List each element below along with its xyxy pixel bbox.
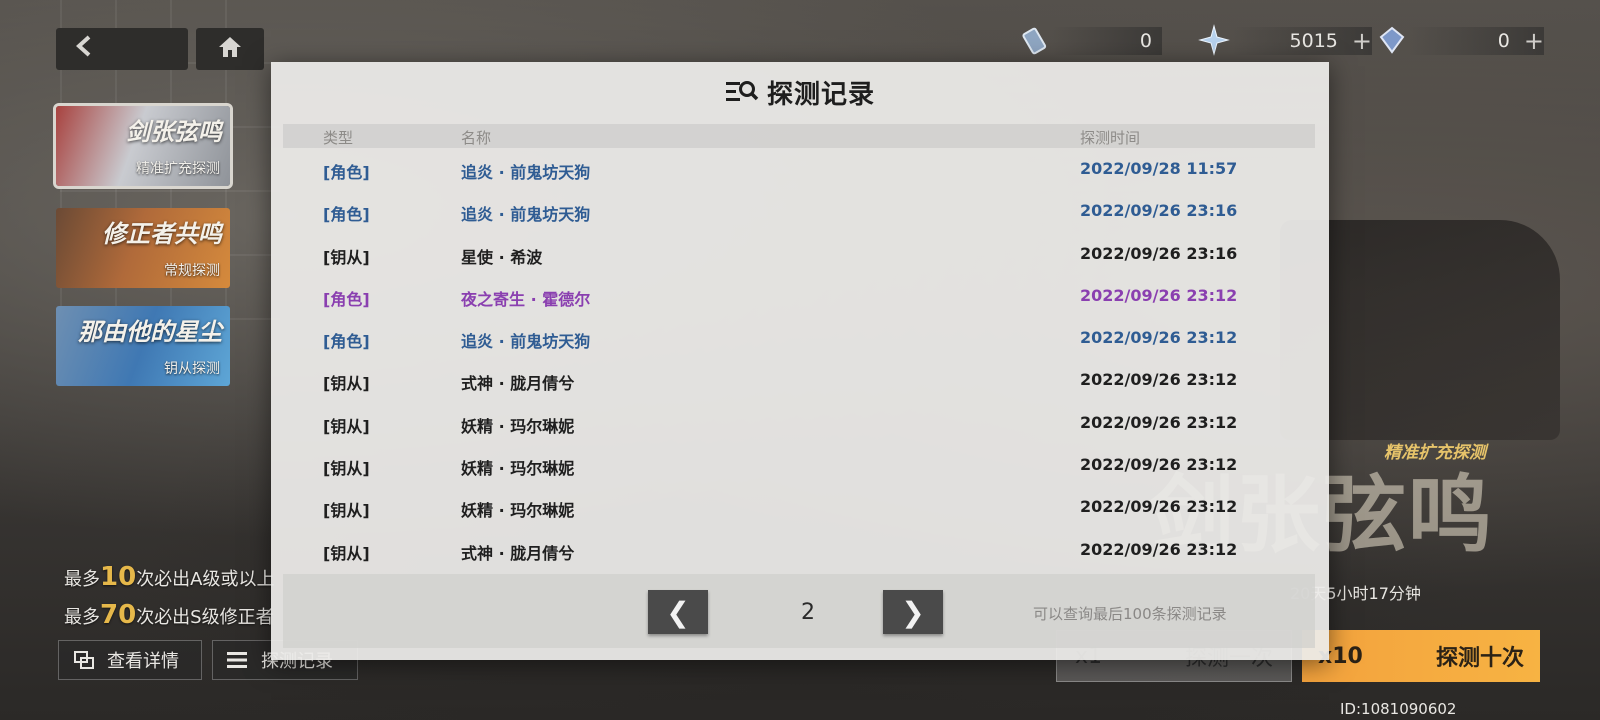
gem-count: 0 bbox=[1497, 30, 1510, 52]
info-count: 70 bbox=[100, 600, 137, 630]
record-name: 妖精 · 玛尔琳妮 bbox=[461, 459, 575, 479]
table-row: [钥从] 星使 · 希波 2022/09/26 23:16 bbox=[283, 233, 1315, 275]
banner-title: 修正者共鸣 bbox=[102, 219, 222, 248]
record-name: 追炎 · 前鬼坊天狗 bbox=[461, 332, 591, 352]
record-type: [角色] bbox=[323, 163, 370, 182]
info-prefix: 最多 bbox=[64, 607, 100, 628]
banner-title: 那由他的星尘 bbox=[78, 317, 222, 346]
crystal-plus-icon[interactable]: + bbox=[1352, 27, 1372, 55]
record-time: 2022/09/26 23:12 bbox=[1080, 497, 1238, 517]
records-limit-note: 可以查询最后100条探测记录 bbox=[1033, 605, 1227, 623]
column-type: 类型 bbox=[323, 129, 354, 147]
table-row: [钥从] 式神 · 胧月倩兮 2022/09/26 23:12 bbox=[283, 529, 1315, 571]
banner-subtitle: 精准扩充探测 bbox=[136, 161, 220, 177]
prev-page-button[interactable]: ❮ bbox=[648, 590, 708, 634]
table-row: [钥从] 妖精 · 玛尔琳妮 2022/09/26 23:12 bbox=[283, 402, 1315, 444]
record-name: 追炎 · 前鬼坊天狗 bbox=[461, 205, 591, 225]
record-search-icon bbox=[725, 79, 759, 105]
view-details-button[interactable]: 查看详情 bbox=[58, 640, 202, 680]
next-page-button[interactable]: ❯ bbox=[883, 590, 943, 634]
record-time: 2022/09/26 23:12 bbox=[1080, 328, 1238, 348]
banner-subtitle: 钥从探测 bbox=[164, 361, 220, 377]
ticket-icon bbox=[1020, 24, 1052, 56]
info-prefix: 最多 bbox=[64, 569, 100, 590]
modal-header: 探测记录 bbox=[271, 62, 1329, 122]
gem-icon bbox=[1376, 24, 1408, 56]
info-suffix: 次必出A级或以上 bbox=[136, 569, 275, 590]
record-name: 妖精 · 玛尔琳妮 bbox=[461, 416, 575, 436]
table-row: [钥从] 妖精 · 玛尔琳妮 2022/09/26 23:12 bbox=[283, 444, 1315, 486]
record-name: 式神 · 胧月倩兮 bbox=[461, 543, 575, 563]
record-name: 追炎 · 前鬼坊天狗 bbox=[461, 163, 591, 182]
chevron-left-icon: ❮ bbox=[666, 595, 690, 629]
table-row: [钥从] 式神 · 胧月倩兮 2022/09/26 23:12 bbox=[283, 359, 1315, 401]
record-type: [钥从] bbox=[323, 543, 370, 563]
record-type: [角色] bbox=[323, 332, 370, 352]
record-time: 2022/09/26 23:16 bbox=[1080, 201, 1238, 221]
table-row: [钥从] 妖精 · 玛尔琳妮 2022/09/26 23:12 bbox=[283, 486, 1315, 528]
record-type: [钥从] bbox=[323, 247, 370, 267]
record-time: 2022/09/26 23:16 bbox=[1080, 243, 1238, 263]
ticket-count: 0 bbox=[1139, 30, 1152, 52]
record-time: 2022/09/26 23:12 bbox=[1080, 539, 1238, 559]
table-row: [角色] 追炎 · 前鬼坊天狗 2022/09/26 23:12 bbox=[283, 317, 1315, 359]
record-time: 2022/09/28 11:57 bbox=[1080, 159, 1238, 178]
pagination: ❮ 2 ❯ 可以查询最后100条探测记录 bbox=[283, 574, 1315, 648]
back-arrow-icon bbox=[74, 34, 94, 64]
list-icon bbox=[227, 649, 249, 671]
record-type: [钥从] bbox=[323, 459, 370, 479]
column-time: 探测时间 bbox=[1080, 129, 1141, 147]
modal-title: 探测记录 bbox=[766, 79, 875, 110]
gem-counter: 0 + bbox=[1408, 27, 1544, 55]
home-icon bbox=[217, 35, 243, 63]
banner-subtitle: 常规探测 bbox=[164, 263, 220, 279]
banner-regular[interactable]: 修正者共鸣 常规探测 bbox=[56, 208, 230, 288]
record-time: 2022/09/26 23:12 bbox=[1080, 370, 1238, 390]
crystal-counter: 5015 + bbox=[1232, 27, 1372, 55]
records-list: [角色] 追炎 · 前鬼坊天狗 2022/09/28 11:57 [角色] 追炎 · … bbox=[283, 148, 1315, 571]
draw-ten-button[interactable]: x10 探测十次 bbox=[1302, 630, 1540, 682]
record-type: [钥从] bbox=[323, 416, 370, 436]
records-modal: 探测记录 类型 名称 探测时间 [角色] 追炎 · 前鬼坊天狗 2022/09/28… bbox=[271, 62, 1329, 660]
table-header: 类型 名称 探测时间 bbox=[283, 124, 1315, 148]
table-row: [角色] 夜之寄生 · 霍德尔 2022/09/26 23:12 bbox=[283, 275, 1315, 317]
column-name: 名称 bbox=[461, 129, 492, 147]
record-type: [角色] bbox=[323, 205, 370, 225]
record-name: 夜之寄生 · 霍德尔 bbox=[461, 289, 591, 309]
table-row: [角色] 追炎 · 前鬼坊天狗 2022/09/26 23:16 bbox=[283, 190, 1315, 232]
table-row: [角色] 追炎 · 前鬼坊天狗 2022/09/28 11:57 bbox=[283, 148, 1315, 190]
record-time: 2022/09/26 23:12 bbox=[1080, 455, 1238, 475]
gem-plus-icon[interactable]: + bbox=[1524, 27, 1544, 55]
record-type: [钥从] bbox=[323, 501, 370, 521]
record-time: 2022/09/26 23:12 bbox=[1080, 285, 1238, 305]
info-suffix: 次必出S级修正者 bbox=[136, 607, 274, 628]
record-type: [角色] bbox=[323, 289, 370, 309]
crystal-count: 5015 bbox=[1289, 30, 1338, 52]
guarantee-s-text: 最多70次必出S级修正者 bbox=[64, 600, 274, 630]
crystal-icon bbox=[1198, 24, 1230, 56]
user-id: ID:1081090602 bbox=[1340, 700, 1457, 718]
view-details-label: 查看详情 bbox=[107, 651, 179, 672]
info-count: 10 bbox=[100, 562, 137, 592]
chevron-right-icon: ❯ bbox=[901, 595, 925, 629]
back-button[interactable] bbox=[56, 28, 188, 70]
record-type: [钥从] bbox=[323, 374, 370, 394]
ticket-counter: 0 bbox=[1052, 27, 1162, 55]
record-name: 妖精 · 玛尔琳妮 bbox=[461, 501, 575, 521]
record-name: 式神 · 胧月倩兮 bbox=[461, 374, 575, 394]
record-name: 星使 · 希波 bbox=[461, 247, 543, 267]
banner-title: 剑张弦鸣 bbox=[126, 117, 222, 146]
guarantee-a-text: 最多10次必出A级或以上 bbox=[64, 562, 275, 592]
details-icon bbox=[73, 649, 95, 671]
home-button[interactable] bbox=[196, 28, 264, 70]
record-time: 2022/09/26 23:12 bbox=[1080, 412, 1238, 432]
banner-jianzhang[interactable]: 剑张弦鸣 精准扩充探测 bbox=[53, 103, 233, 189]
banner-stardust[interactable]: 那由他的星尘 钥从探测 bbox=[56, 306, 230, 386]
page-number: 2 bbox=[801, 600, 815, 625]
draw-ten-label: 探测十次 bbox=[1435, 646, 1524, 671]
